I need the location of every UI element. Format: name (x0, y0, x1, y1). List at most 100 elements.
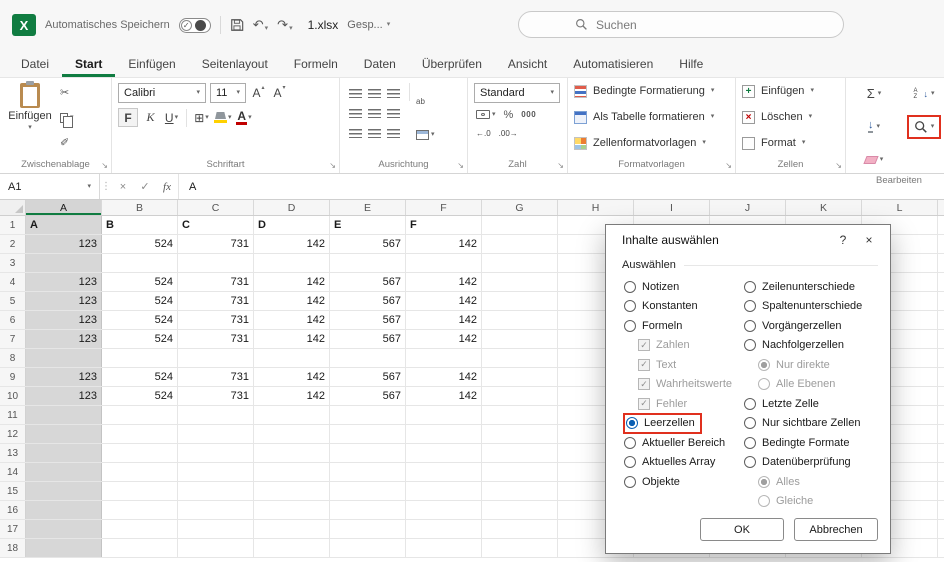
cell-B7[interactable]: 524 (102, 330, 178, 348)
align-left-icon[interactable] (349, 108, 362, 118)
row-header-3[interactable]: 3 (0, 254, 26, 272)
grow-font-button[interactable]: A ▴ (250, 84, 267, 103)
document-title[interactable]: 1.xlsx (308, 18, 339, 32)
bold-button[interactable]: F (118, 108, 138, 127)
accounting-format-button[interactable]: ▾ (476, 107, 496, 122)
cell-A2[interactable]: 123 (26, 235, 102, 253)
column-header-a[interactable]: A (26, 200, 102, 215)
cell-G18[interactable] (482, 539, 558, 557)
cell-E12[interactable] (330, 425, 406, 443)
cell-F2[interactable]: 142 (406, 235, 482, 253)
cell-D9[interactable]: 142 (254, 368, 330, 386)
tab-einfügen[interactable]: Einfügen (115, 50, 188, 77)
column-header-l[interactable]: L (862, 200, 938, 215)
cell-D15[interactable] (254, 482, 330, 500)
cell-C17[interactable] (178, 520, 254, 538)
italic-button[interactable]: K (142, 108, 159, 127)
option-letzte-zelle[interactable]: Letzte Zelle (744, 394, 882, 414)
cell-D12[interactable] (254, 425, 330, 443)
cell-F17[interactable] (406, 520, 482, 538)
cell-D10[interactable]: 142 (254, 387, 330, 405)
insert-cells-button[interactable]: + Einfügen ▾ (742, 82, 839, 100)
cell-E10[interactable]: 567 (330, 387, 406, 405)
row-header-18[interactable]: 18 (0, 539, 26, 557)
decrease-decimal-button[interactable]: .00→ (499, 126, 518, 141)
cell-E4[interactable]: 567 (330, 273, 406, 291)
cell-C7[interactable]: 731 (178, 330, 254, 348)
cell-E17[interactable] (330, 520, 406, 538)
sort-filter-button[interactable]: AZ ↓ ▾ (909, 86, 938, 102)
cell-D6[interactable]: 142 (254, 311, 330, 329)
cell-F1[interactable]: F (406, 216, 482, 234)
cell-G14[interactable] (482, 463, 558, 481)
cell-A18[interactable] (26, 539, 102, 557)
cell-B2[interactable]: 524 (102, 235, 178, 253)
format-as-table-button[interactable]: Als Tabelle formatieren ▾ (574, 108, 729, 126)
cell-F10[interactable]: 142 (406, 387, 482, 405)
cell-name-box[interactable]: A1 ▾ (0, 174, 100, 199)
autosave-toggle[interactable]: ✓ (178, 17, 211, 33)
cell-A15[interactable] (26, 482, 102, 500)
cell-B4[interactable]: 524 (102, 273, 178, 291)
cell-G13[interactable] (482, 444, 558, 462)
cell-D4[interactable]: 142 (254, 273, 330, 291)
cell-A12[interactable] (26, 425, 102, 443)
fill-color-button[interactable]: ▾ (214, 108, 232, 127)
cell-E14[interactable] (330, 463, 406, 481)
cell-B11[interactable] (102, 406, 178, 424)
radio-unchecked-icon[interactable] (744, 397, 756, 410)
cell-F5[interactable]: 142 (406, 292, 482, 310)
row-header-6[interactable]: 6 (0, 311, 26, 329)
indent-increase-icon[interactable] (368, 128, 381, 138)
column-header-k[interactable]: K (786, 200, 862, 215)
formula-input[interactable]: A (178, 174, 944, 199)
cell-C11[interactable] (178, 406, 254, 424)
cell-C13[interactable] (178, 444, 254, 462)
option-spaltenunterschiede[interactable]: Spaltenunterschiede (744, 297, 882, 317)
cell-C6[interactable]: 731 (178, 311, 254, 329)
radio-checked-icon[interactable] (626, 417, 638, 430)
row-header-17[interactable]: 17 (0, 520, 26, 538)
cell-D14[interactable] (254, 463, 330, 481)
cell-B13[interactable] (102, 444, 178, 462)
cut-button[interactable]: ✂ (60, 85, 74, 100)
cell-B17[interactable] (102, 520, 178, 538)
dialog-launcher-icon[interactable]: ↘ (101, 162, 108, 170)
percent-style-button[interactable]: % (504, 107, 514, 122)
paste-button[interactable]: Einfügen ▾ (6, 81, 54, 154)
column-header-b[interactable]: B (102, 200, 178, 215)
tab-hilfe[interactable]: Hilfe (666, 50, 716, 77)
align-top-icon[interactable] (349, 88, 362, 98)
option-aktueller-bereich[interactable]: Aktueller Bereich (624, 433, 744, 453)
option-objekte[interactable]: Objekte (624, 472, 744, 492)
cell-E1[interactable]: E (330, 216, 406, 234)
option-aktuelles-array[interactable]: Aktuelles Array (624, 453, 744, 473)
format-painter-button[interactable]: ✐ (60, 135, 74, 150)
cell-B8[interactable] (102, 349, 178, 367)
ok-button[interactable]: OK (700, 518, 784, 541)
option-leerzellen[interactable]: Leerzellen (623, 412, 702, 434)
cell-F6[interactable]: 142 (406, 311, 482, 329)
cell-B3[interactable] (102, 254, 178, 272)
cell-A13[interactable] (26, 444, 102, 462)
formula-bar-handle[interactable]: ⋮ (100, 181, 112, 192)
cell-G9[interactable] (482, 368, 558, 386)
cell-A16[interactable] (26, 501, 102, 519)
cell-A17[interactable] (26, 520, 102, 538)
dialog-help-icon[interactable]: ? (832, 233, 854, 247)
clear-button[interactable]: ▾ (861, 154, 888, 166)
column-header-j[interactable]: J (710, 200, 786, 215)
radio-unchecked-icon[interactable] (744, 319, 756, 332)
tab-daten[interactable]: Daten (351, 50, 409, 77)
cell-A6[interactable]: 123 (26, 311, 102, 329)
cell-B12[interactable] (102, 425, 178, 443)
dialog-close-icon[interactable]: × (858, 233, 880, 247)
cell-G16[interactable] (482, 501, 558, 519)
row-header-8[interactable]: 8 (0, 349, 26, 367)
conditional-formatting-button[interactable]: Bedingte Formatierung ▾ (574, 82, 729, 100)
radio-unchecked-icon[interactable] (744, 417, 756, 430)
cell-A8[interactable] (26, 349, 102, 367)
row-header-15[interactable]: 15 (0, 482, 26, 500)
cell-D5[interactable]: 142 (254, 292, 330, 310)
cell-C12[interactable] (178, 425, 254, 443)
